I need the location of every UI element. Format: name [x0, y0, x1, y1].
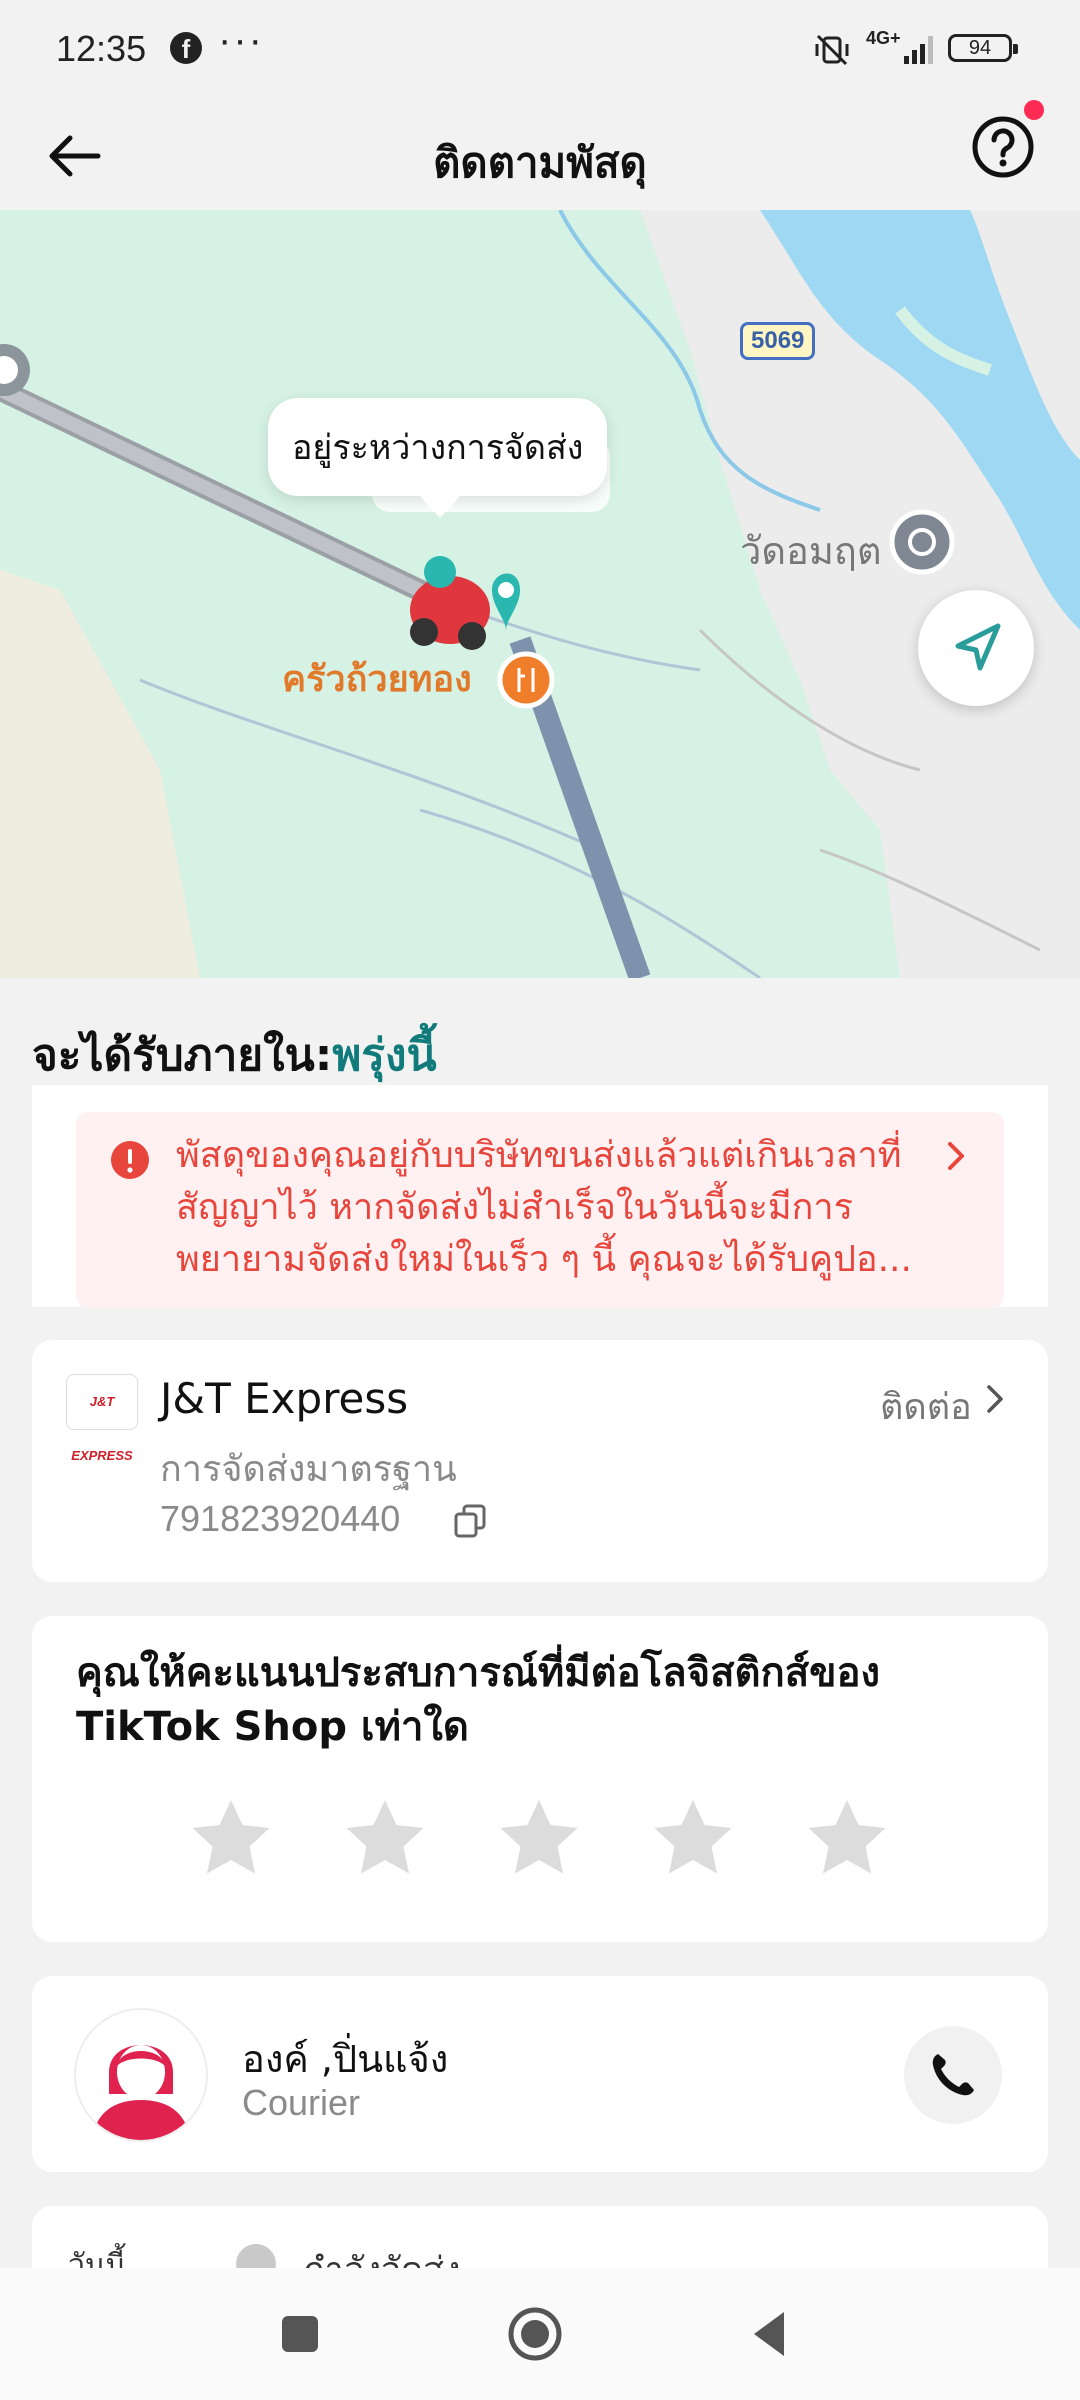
courier-name: องค์ ,ปิ่นแจ้ง — [242, 2037, 449, 2081]
star-icon[interactable] — [496, 1796, 582, 1882]
more-notifications-icon: ··· — [218, 18, 264, 62]
navigation-arrow-icon — [955, 623, 1001, 671]
carrier-name: J&T Express — [160, 1374, 409, 1423]
tracking-number: 791823920440 — [160, 1498, 401, 1539]
temple-map-label: วัดอมฤต — [740, 529, 882, 573]
signal-icon — [904, 36, 933, 64]
chevron-right-icon[interactable] — [976, 1380, 1014, 1418]
star-icon[interactable] — [650, 1796, 736, 1882]
status-bar: 12:35 f ··· 4G+ 94 — [0, 0, 1080, 100]
tracking-map[interactable]: อยู่ระหว่างการจัดส่ง ครัวถ้วยทอง วัดอมฤต… — [0, 210, 1080, 978]
road-number-label: 5069 — [740, 322, 816, 360]
eta-heading: จะได้รับภายใน:พรุ่งนี้ — [32, 1020, 437, 1090]
notification-dot — [1024, 100, 1044, 120]
page-title: ติดตามพัสดุ — [433, 138, 647, 187]
delivery-status-bubble: อยู่ระหว่างการจัดส่ง — [268, 398, 608, 518]
back-nav-icon[interactable] — [740, 2304, 800, 2364]
locate-button[interactable] — [918, 590, 1034, 706]
facebook-notification-icon: f — [170, 32, 202, 64]
carrier-logo: J&T EXPRESS — [66, 1374, 138, 1463]
star-icon[interactable] — [804, 1796, 890, 1882]
star-icon[interactable] — [188, 1796, 274, 1882]
contact-carrier-link[interactable]: ติดต่อ — [880, 1378, 972, 1435]
system-nav-bar — [0, 2268, 1080, 2400]
phone-icon — [932, 2054, 974, 2096]
app-header: ติดตามพัสดุ — [0, 100, 1080, 210]
chevron-right-icon — [948, 1142, 964, 1170]
person-icon — [92, 2045, 190, 2140]
courier-avatar — [74, 2008, 208, 2142]
courier-card: องค์ ,ปิ่นแจ้ง Courier — [32, 1976, 1048, 2172]
eta-label: จะได้รับภายใน: — [32, 1030, 333, 1081]
rating-card: คุณให้คะแนนประสบการณ์ที่มีต่อโลจิสติกส์ข… — [32, 1616, 1048, 1942]
carrier-card: J&T EXPRESS J&T Express การจัดส่งมาตรฐาน… — [32, 1340, 1048, 1582]
status-time: 12:35 — [56, 28, 147, 69]
recents-icon[interactable] — [270, 2304, 330, 2364]
star-icon[interactable] — [342, 1796, 428, 1882]
call-courier-button[interactable] — [904, 2026, 1002, 2124]
delay-alert[interactable]: พัสดุของคุณอยู่กับบริษัทขนส่งแล้วแต่เกิน… — [76, 1112, 1004, 1308]
vibrate-off-icon — [815, 34, 849, 66]
shipping-service: การจัดส่งมาตรฐาน — [160, 1449, 457, 1490]
rating-question: คุณให้คะแนนประสบการณ์ที่มีต่อโลจิสติกส์ข… — [76, 1650, 881, 1750]
copy-icon[interactable] — [450, 1500, 490, 1540]
home-icon[interactable] — [505, 2304, 565, 2364]
delay-alert-text: พัสดุของคุณอยู่กับบริษัทขนส่งแล้วแต่เกิน… — [176, 1135, 912, 1280]
restaurant-map-label: ครัวถ้วยทอง — [282, 659, 472, 700]
network-type: 4G+ — [866, 28, 901, 48]
courier-role: Courier — [242, 2082, 361, 2123]
battery-indicator: 94 — [948, 34, 1018, 62]
exclamation-circle-icon — [111, 1141, 149, 1179]
eta-value: พรุ่งนี้ — [332, 1030, 437, 1081]
question-circle-icon[interactable] — [968, 112, 1038, 182]
